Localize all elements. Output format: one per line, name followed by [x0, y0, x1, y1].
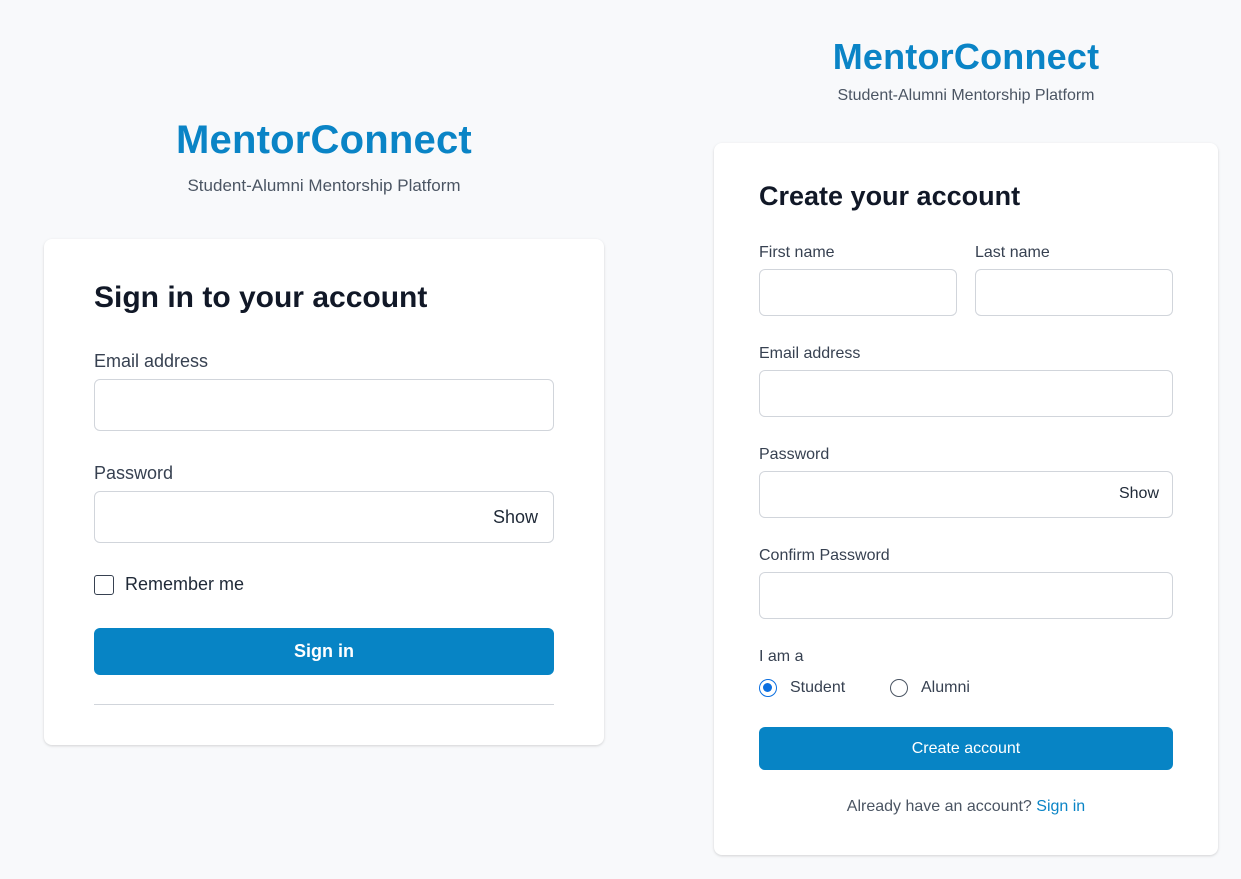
checkbox-icon[interactable] [94, 574, 114, 595]
radio-selected-icon[interactable] [759, 679, 777, 697]
password-input[interactable]: Show [759, 471, 1173, 518]
sign-in-link[interactable]: Sign in [1036, 798, 1085, 815]
signin-card: Sign in to your account Email address Pa… [44, 239, 604, 745]
sign-in-button[interactable]: Sign in [94, 628, 554, 675]
remember-me-checkbox[interactable]: Remember me [94, 574, 244, 595]
brand-title: MentorConnect [832, 36, 1100, 77]
brand-tagline: Student-Alumni Mentorship Platform [187, 176, 461, 195]
divider [94, 704, 554, 705]
email-input[interactable] [94, 379, 554, 431]
confirm-password-input[interactable] [759, 572, 1173, 619]
password-label: Password [94, 463, 174, 483]
signin-prompt-text: Already have an account? [846, 798, 1032, 815]
show-password-button[interactable]: Show [493, 507, 538, 528]
email-label: Email address [759, 345, 861, 362]
radio-unselected-icon[interactable] [890, 679, 908, 697]
confirm-password-label: Confirm Password [759, 547, 890, 564]
show-password-button[interactable]: Show [1119, 485, 1159, 503]
email-input[interactable] [759, 370, 1173, 417]
email-label: Email address [94, 351, 209, 371]
first-name-input[interactable] [759, 269, 957, 316]
brand-tagline: Student-Alumni Mentorship Platform [837, 87, 1095, 104]
role-label: I am a [759, 648, 804, 665]
role-option-alumni[interactable]: Alumni [890, 679, 970, 697]
signup-heading: Create your account [759, 181, 1021, 211]
signup-card: Create your account First name Last name… [714, 143, 1218, 855]
role-option-student[interactable]: Student [759, 679, 845, 697]
last-name-input[interactable] [975, 269, 1173, 316]
password-label: Password [759, 446, 830, 463]
password-input[interactable]: Show [94, 491, 554, 543]
remember-me-label: Remember me [125, 574, 245, 594]
signin-prompt: Already have an account? Sign in [714, 798, 1218, 816]
signin-heading: Sign in to your account [94, 281, 428, 314]
brand-title: MentorConnect [176, 118, 472, 162]
create-account-button[interactable]: Create account [759, 727, 1173, 770]
last-name-label: Last name [975, 244, 1050, 261]
role-option-label: Student [790, 679, 846, 696]
role-option-label: Alumni [921, 679, 970, 696]
first-name-label: First name [759, 244, 835, 261]
